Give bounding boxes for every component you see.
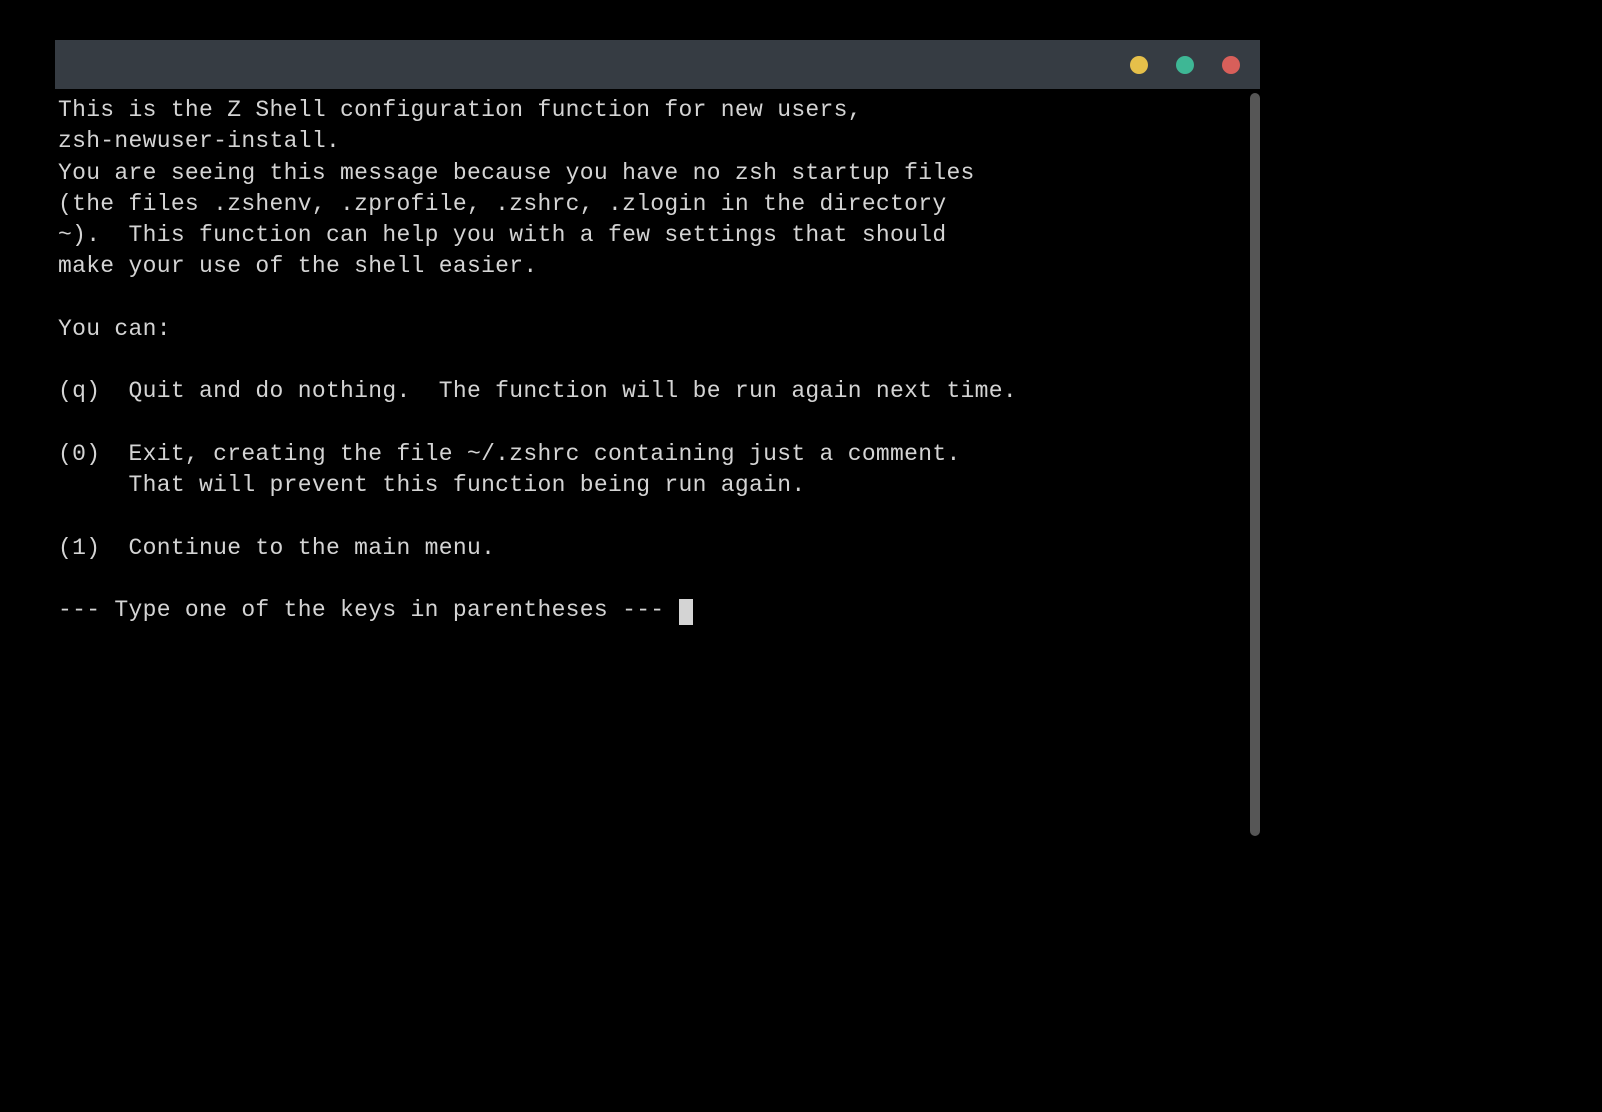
minimize-button[interactable] — [1130, 56, 1148, 74]
close-button[interactable] — [1222, 56, 1240, 74]
terminal-line: (0) Exit, creating the file ~/.zshrc con… — [58, 441, 961, 467]
maximize-button[interactable] — [1176, 56, 1194, 74]
terminal-prompt[interactable]: --- Type one of the keys in parentheses … — [58, 597, 679, 623]
terminal-line: (1) Continue to the main menu. — [58, 535, 495, 561]
terminal-content[interactable]: This is the Z Shell configuration functi… — [55, 89, 1260, 627]
terminal-line: ~). This function can help you with a fe… — [58, 222, 946, 248]
cursor-icon — [679, 599, 693, 625]
scrollbar-thumb[interactable] — [1250, 93, 1260, 836]
terminal-line: zsh-newuser-install. — [58, 128, 340, 154]
terminal-line: make your use of the shell easier. — [58, 253, 537, 279]
titlebar — [55, 40, 1260, 89]
terminal-line: (q) Quit and do nothing. The function wi… — [58, 378, 1017, 404]
terminal-line: You are seeing this message because you … — [58, 160, 975, 186]
terminal-line: You can: — [58, 316, 171, 342]
terminal-line: This is the Z Shell configuration functi… — [58, 97, 862, 123]
terminal-line: That will prevent this function being ru… — [58, 472, 805, 498]
terminal-line: (the files .zshenv, .zprofile, .zshrc, .… — [58, 191, 946, 217]
terminal-body[interactable]: This is the Z Shell configuration functi… — [55, 89, 1260, 840]
terminal-window: This is the Z Shell configuration functi… — [55, 40, 1260, 840]
scrollbar-track[interactable] — [1247, 89, 1260, 840]
